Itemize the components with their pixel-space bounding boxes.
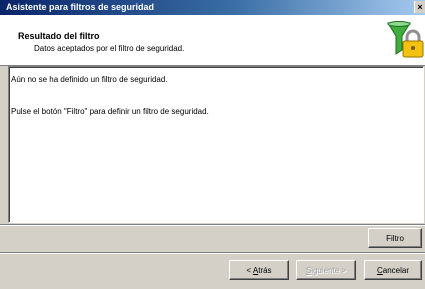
back-button[interactable]: < Atrás [229,260,289,280]
page-subtitle: Datos aceptados por el filtro de segurid… [34,44,185,53]
wizard-header: Resultado del filtro Datos aceptados por… [0,15,425,66]
separator [0,224,425,226]
next-button[interactable]: Siguiente > [296,260,356,280]
title-bar: Asistente para filtros de seguridad × [0,0,425,15]
next-label: iguiente > [311,266,347,275]
filter-button[interactable]: Filtro [368,228,422,248]
funnel-lock-icon [387,21,424,58]
instruction-message: Pulse el botón "Filtro" para definir un … [11,107,209,116]
page-title: Resultado del filtro [18,31,100,41]
close-icon: × [417,2,423,12]
back-label: trás [258,266,272,275]
close-button[interactable]: × [414,1,425,13]
no-filter-message: Aún no se ha definido un filtro de segur… [11,75,168,84]
separator [0,252,425,254]
window-title: Asistente para filtros de seguridad [6,2,155,12]
cancel-button[interactable]: Cancelar [364,260,422,280]
result-panel: Aún no se ha definido un filtro de segur… [8,66,424,223]
cancel-label: ancelar [382,266,410,275]
